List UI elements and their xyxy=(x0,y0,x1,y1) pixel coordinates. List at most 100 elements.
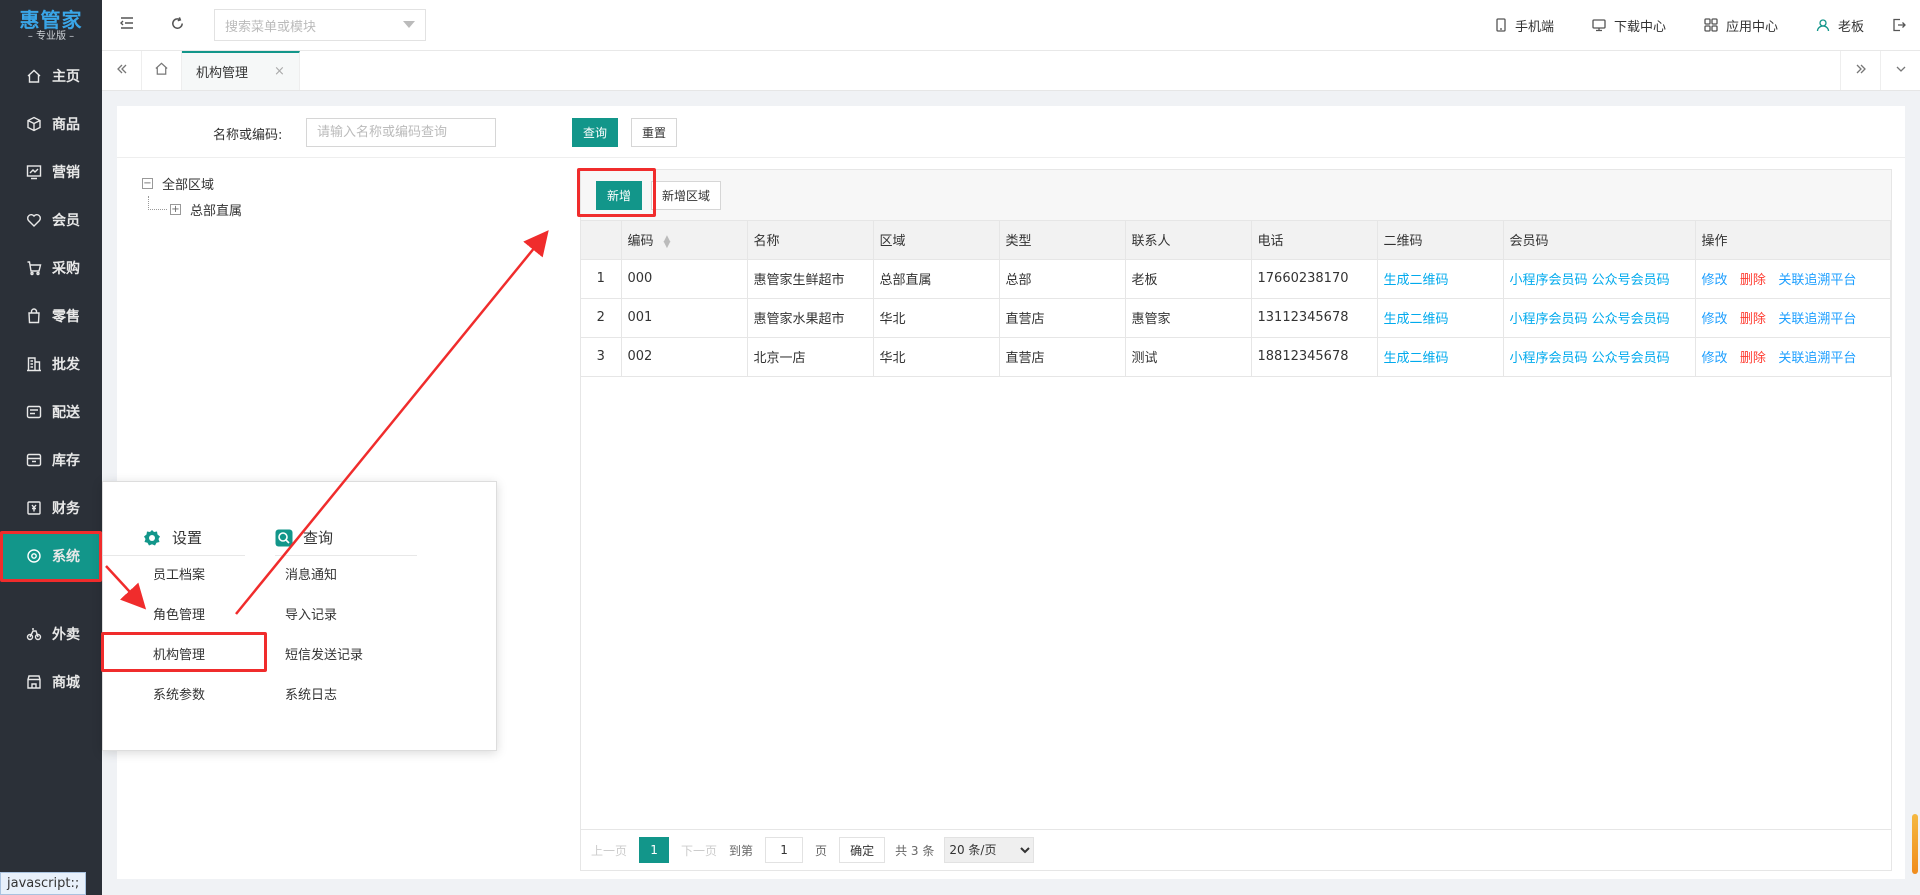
menu-toggle-button[interactable] xyxy=(102,0,152,51)
query-button[interactable]: 查询 xyxy=(572,118,618,147)
double-chevron-right-icon xyxy=(1855,63,1867,79)
sidebar-item-purchase[interactable]: 采购 xyxy=(0,244,102,292)
tree-node-label[interactable]: 全部区域 xyxy=(162,174,214,193)
tree-node-child[interactable]: + 总部直属 xyxy=(142,196,242,222)
double-chevron-left-icon xyxy=(116,63,128,79)
menu-item-role-management[interactable]: 角色管理 xyxy=(103,596,245,636)
col-member-code: 会员码 xyxy=(1503,221,1696,260)
close-icon[interactable]: × xyxy=(274,64,285,79)
chart-icon xyxy=(26,164,42,180)
tab-scroll-right-button[interactable] xyxy=(1840,51,1880,90)
add-region-button[interactable]: 新增区域 xyxy=(651,181,721,210)
sidebar-item-finance[interactable]: 财务 xyxy=(0,484,102,532)
menu-item-system-params[interactable]: 系统参数 xyxy=(103,676,245,716)
sidebar-item-marketing[interactable]: 营销 xyxy=(0,148,102,196)
edit-link[interactable]: 修改 xyxy=(1702,312,1728,327)
official-account-code-link[interactable]: 公众号会员码 xyxy=(1592,351,1670,366)
collapse-icon[interactable]: − xyxy=(142,177,153,189)
scroll-indicator[interactable] xyxy=(1912,814,1918,874)
sidebar-item-delivery[interactable]: 配送 xyxy=(0,388,102,436)
menu-item-import-records[interactable]: 导入记录 xyxy=(275,596,417,636)
current-page[interactable]: 1 xyxy=(639,837,670,863)
total-count: 共 3 条 xyxy=(895,843,935,858)
prev-page-button[interactable]: 上一页 xyxy=(591,842,627,859)
app-center-link[interactable]: 应用中心 xyxy=(1704,16,1778,35)
col-code[interactable]: 编码 ▲ ▼ xyxy=(621,221,748,260)
sidebar-item-takeout[interactable]: 外卖 xyxy=(0,610,102,658)
menu-item-employee-records[interactable]: 员工档案 xyxy=(103,556,245,596)
generate-qr-link[interactable]: 生成二维码 xyxy=(1384,273,1449,288)
sidebar-item-home[interactable]: 主页 xyxy=(0,52,102,100)
mini-program-code-link[interactable]: 小程序会员码 xyxy=(1510,312,1588,327)
add-button[interactable]: 新增 xyxy=(596,181,642,210)
link-trace-platform[interactable]: 关联追溯平台 xyxy=(1778,312,1856,327)
sidebar-item-members[interactable]: 会员 xyxy=(0,196,102,244)
sidebar-item-system[interactable]: 系统 xyxy=(0,532,102,580)
sidebar-item-retail[interactable]: 零售 xyxy=(0,292,102,340)
expand-icon[interactable]: + xyxy=(170,203,181,215)
menu-item-system-log[interactable]: 系统日志 xyxy=(275,676,417,716)
cell-code: 001 xyxy=(621,298,748,338)
logout-icon[interactable] xyxy=(1892,18,1906,32)
cell-type: 直营店 xyxy=(999,298,1126,338)
download-center-link[interactable]: 下载中心 xyxy=(1592,16,1666,35)
sidebar-item-label: 商城 xyxy=(52,675,80,691)
cart-icon xyxy=(26,260,42,276)
sidebar-spacer xyxy=(0,580,102,610)
official-account-code-link[interactable]: 公众号会员码 xyxy=(1592,312,1670,327)
tab-menu-button[interactable] xyxy=(1880,51,1920,90)
mobile-link[interactable]: 手机端 xyxy=(1495,16,1554,35)
delete-link[interactable]: 删除 xyxy=(1740,273,1766,288)
col-type: 类型 xyxy=(999,221,1126,260)
shop-icon xyxy=(26,674,42,690)
sidebar-item-products[interactable]: 商品 xyxy=(0,100,102,148)
tree-node-label[interactable]: 总部直属 xyxy=(190,200,242,219)
menu-item-sms-records[interactable]: 短信发送记录 xyxy=(275,636,417,676)
col-name: 名称 xyxy=(747,221,874,260)
sidebar-item-inventory[interactable]: 库存 xyxy=(0,436,102,484)
delete-link[interactable]: 删除 xyxy=(1740,312,1766,327)
sidebar-item-mall[interactable]: 商城 xyxy=(0,658,102,706)
edit-link[interactable]: 修改 xyxy=(1702,351,1728,366)
filter-label: 名称或编码: xyxy=(213,128,283,143)
reset-button[interactable]: 重置 xyxy=(631,118,677,147)
cell-member-code: 小程序会员码 公众号会员码 xyxy=(1503,337,1696,377)
official-account-code-link[interactable]: 公众号会员码 xyxy=(1592,273,1670,288)
user-menu[interactable]: 老板 xyxy=(1816,16,1864,35)
goto-confirm-button[interactable]: 确定 xyxy=(839,837,886,863)
cell-actions: 修改 删除 关联追溯平台 xyxy=(1695,259,1891,299)
generate-qr-link[interactable]: 生成二维码 xyxy=(1384,312,1449,327)
refresh-button[interactable] xyxy=(152,0,202,51)
tab-bar: 机构管理 × xyxy=(102,51,1920,91)
system-icon xyxy=(26,548,42,564)
tab-scroll-left-button[interactable] xyxy=(102,51,142,90)
sidebar-item-wholesale[interactable]: 批发 xyxy=(0,340,102,388)
page-size-select[interactable]: 20 条/页 xyxy=(944,837,1035,863)
mini-program-code-link[interactable]: 小程序会员码 xyxy=(1510,273,1588,288)
top-link-label: 手机端 xyxy=(1514,19,1554,35)
search-icon xyxy=(275,529,293,551)
group-title-label: 设置 xyxy=(172,529,203,547)
tree-node-root[interactable]: − 全部区域 xyxy=(142,170,242,196)
page-number-input[interactable] xyxy=(765,837,804,863)
tab-org-management[interactable]: 机构管理 × xyxy=(182,51,300,90)
next-page-button[interactable]: 下一页 xyxy=(681,842,717,859)
generate-qr-link[interactable]: 生成二维码 xyxy=(1384,351,1449,366)
col-label: 编码 xyxy=(627,234,654,250)
menu-search-input[interactable]: 搜索菜单或模块 xyxy=(214,9,426,41)
sort-icon[interactable]: ▲ ▼ xyxy=(664,234,671,249)
mini-program-code-link[interactable]: 小程序会员码 xyxy=(1510,351,1588,366)
link-trace-platform[interactable]: 关联追溯平台 xyxy=(1778,273,1856,288)
edit-link[interactable]: 修改 xyxy=(1702,273,1728,288)
menu-item-org-management[interactable]: 机构管理 xyxy=(103,636,245,676)
cell-phone: 18812345678 xyxy=(1251,337,1378,377)
search-input[interactable] xyxy=(306,118,496,147)
tab-home-button[interactable] xyxy=(142,51,182,90)
link-trace-platform[interactable]: 关联追溯平台 xyxy=(1778,351,1856,366)
table-header: 编码 ▲ ▼ 名称 区域 类型 联系人 电话 二维码 会员码 操作 xyxy=(581,221,1891,260)
sidebar-item-label: 会员 xyxy=(52,213,80,229)
menu-item-notifications[interactable]: 消息通知 xyxy=(275,556,417,596)
col-qrcode: 二维码 xyxy=(1377,221,1504,260)
delete-link[interactable]: 删除 xyxy=(1740,351,1766,366)
cell-region: 华北 xyxy=(873,337,1000,377)
